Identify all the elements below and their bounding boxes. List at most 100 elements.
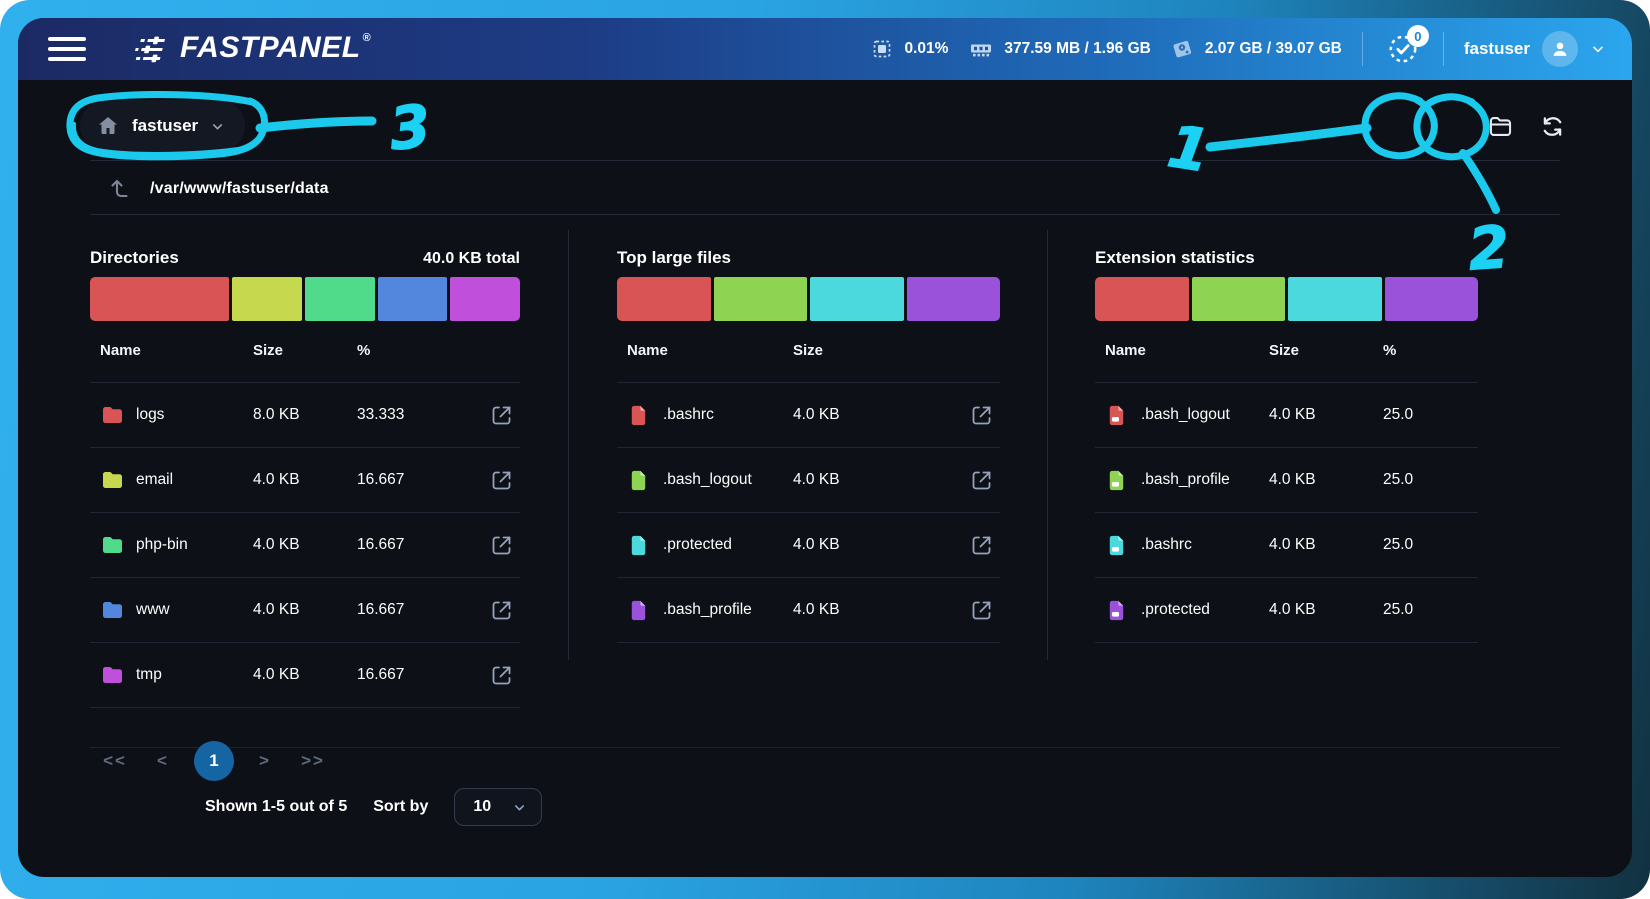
file-name: .bashrc: [663, 406, 793, 424]
home-icon: [96, 114, 120, 138]
user-menu[interactable]: fastuser: [1464, 31, 1606, 67]
extension-file-icon: [1105, 404, 1141, 427]
extension-name: .bash_logout: [1141, 406, 1269, 424]
chevron-down-icon: [210, 119, 225, 134]
open-external-icon[interactable]: [970, 598, 1000, 622]
disk-icon: [1171, 37, 1195, 61]
folder-icon: [100, 598, 136, 622]
prev-page-button[interactable]: <: [146, 751, 180, 771]
ram-icon: [968, 37, 994, 61]
directory-percent: 16.667: [357, 601, 490, 619]
open-external-icon[interactable]: [970, 533, 1000, 557]
fastpanel-logo-icon: [132, 33, 172, 65]
file-icon: [627, 534, 663, 557]
disk-value: 2.07 GB / 39.07 GB: [1205, 40, 1342, 58]
folder-icon: [100, 468, 136, 492]
directory-size: 4.0 KB: [253, 666, 357, 684]
column-header-percent: %: [1383, 342, 1478, 362]
file-name: .bash_profile: [663, 601, 793, 619]
column-header-size: Size: [793, 342, 1000, 362]
open-external-icon[interactable]: [490, 533, 520, 557]
column-header-name: Name: [627, 342, 793, 362]
panel-title: Top large files: [617, 248, 731, 268]
directory-percent: 16.667: [357, 666, 490, 684]
registered-mark: ®: [363, 33, 371, 43]
pagination: << < 1 > >>: [98, 741, 330, 781]
file-size: 4.0 KB: [793, 536, 970, 554]
table-row: .protected 4.0 KB 25.0: [1095, 577, 1478, 642]
sort-by-label: Sort by: [373, 798, 428, 816]
bar-segment: [714, 277, 808, 321]
open-external-icon[interactable]: [970, 403, 1000, 427]
bar-segment: [1288, 277, 1382, 321]
file-size: 4.0 KB: [793, 471, 970, 489]
last-page-button[interactable]: >>: [296, 751, 330, 771]
chevron-down-icon: [1590, 41, 1606, 57]
current-page-button[interactable]: 1: [194, 741, 234, 781]
open-external-icon[interactable]: [490, 598, 520, 622]
table-row: .bash_profile 4.0 KB: [617, 577, 1000, 642]
folder-icon: [100, 403, 136, 427]
extension-percent: 25.0: [1383, 406, 1478, 424]
refresh-button[interactable]: [1534, 108, 1570, 144]
bar-segment: [232, 277, 302, 321]
panel-title: Extension statistics: [1095, 248, 1255, 268]
directory-percent: 33.333: [357, 406, 490, 424]
open-external-icon[interactable]: [490, 468, 520, 492]
open-external-icon[interactable]: [970, 468, 1000, 492]
cpu-value: 0.01%: [904, 40, 948, 58]
bar-segment: [810, 277, 904, 321]
directories-usage-bar: [90, 277, 520, 321]
bar-segment: [1385, 277, 1479, 321]
bar-segment: [305, 277, 375, 321]
notification-badge: 0: [1407, 25, 1429, 47]
table-header: Name Size: [617, 342, 1000, 362]
notifications-button[interactable]: 0: [1383, 29, 1423, 69]
extension-name: .bashrc: [1141, 536, 1269, 554]
directory-name: php-bin: [136, 536, 253, 554]
extensions-usage-bar: [1095, 277, 1478, 321]
directory-name: tmp: [136, 666, 253, 684]
open-external-icon[interactable]: [490, 403, 520, 427]
avatar: [1542, 31, 1578, 67]
go-up-directory-icon[interactable]: [108, 177, 132, 201]
top-files-usage-bar: [617, 277, 1000, 321]
table-row: .bash_logout 4.0 KB: [617, 447, 1000, 512]
table-row: .bashrc 4.0 KB 25.0: [1095, 512, 1478, 577]
directories-panel: Directories 40.0 KB total Name Size % lo…: [90, 248, 520, 708]
first-page-button[interactable]: <<: [98, 751, 132, 771]
file-name: .bash_logout: [663, 471, 793, 489]
bar-segment: [378, 277, 448, 321]
fastpanel-logo[interactable]: FASTPANEL ®: [132, 33, 371, 65]
directory-name: logs: [136, 406, 253, 424]
breadcrumb-user-selector[interactable]: fastuser: [80, 100, 245, 152]
hamburger-menu-icon[interactable]: [48, 37, 86, 61]
brand-name: FASTPANEL: [180, 33, 361, 63]
open-external-icon[interactable]: [490, 663, 520, 687]
extension-size: 4.0 KB: [1269, 406, 1383, 424]
panel-divider: [568, 230, 569, 660]
extension-name: .protected: [1141, 601, 1269, 619]
directory-size: 4.0 KB: [253, 536, 357, 554]
extension-size: 4.0 KB: [1269, 471, 1383, 489]
next-page-button[interactable]: >: [248, 751, 282, 771]
page-size-select[interactable]: 10: [454, 788, 542, 826]
top-header-bar: FASTPANEL ® 0.01% 377.59 MB / 1.96 GB: [18, 18, 1632, 80]
ram-stat: 377.59 MB / 1.96 GB: [968, 37, 1150, 61]
directory-name: www: [136, 601, 253, 619]
open-folder-button[interactable]: [1482, 108, 1518, 144]
extension-percent: 25.0: [1383, 471, 1478, 489]
fastpanel-window: FASTPANEL ® 0.01% 377.59 MB / 1.96 GB: [18, 18, 1632, 877]
table-row: logs 8.0 KB 33.333: [90, 382, 520, 447]
breadcrumb-user-label: fastuser: [132, 116, 198, 136]
column-header-name: Name: [1105, 342, 1269, 362]
file-name: .protected: [663, 536, 793, 554]
shown-count-label: Shown 1-5 out of 5: [205, 798, 347, 816]
extension-size: 4.0 KB: [1269, 536, 1383, 554]
panel-divider: [1047, 230, 1048, 660]
current-path: /var/www/fastuser/data: [150, 180, 329, 198]
extension-percent: 25.0: [1383, 601, 1478, 619]
directory-percent: 16.667: [357, 471, 490, 489]
table-header: Name Size %: [1095, 342, 1478, 362]
extension-file-icon: [1105, 599, 1141, 622]
